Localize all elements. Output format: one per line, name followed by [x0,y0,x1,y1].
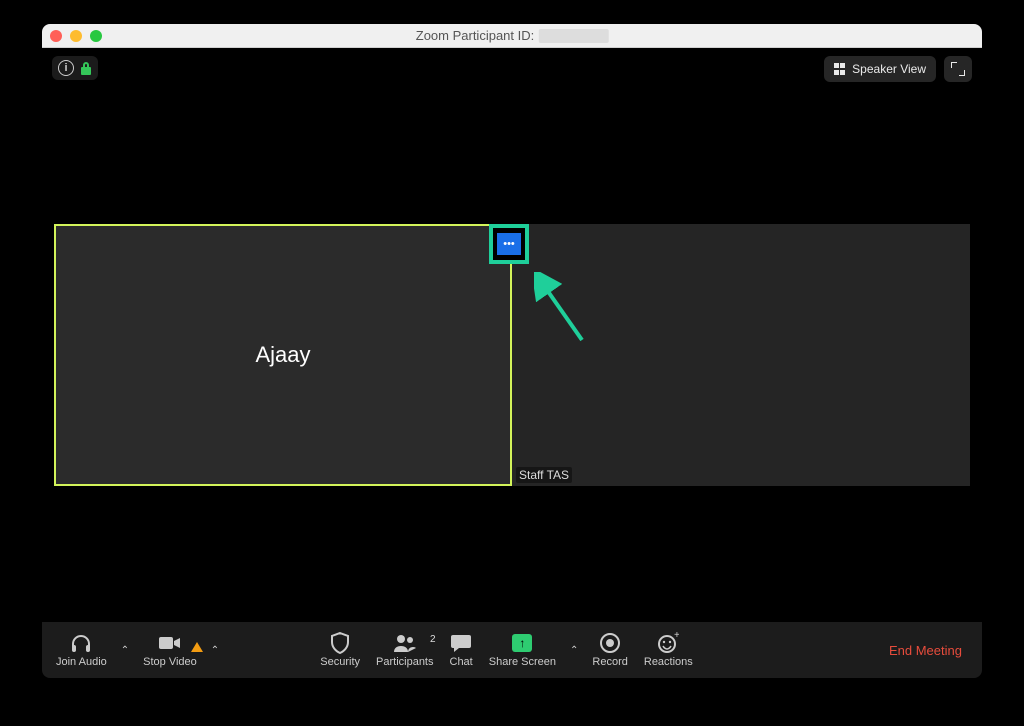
reactions-button[interactable]: + Reactions [636,632,701,668]
annotation-arrow-icon [534,272,594,352]
window-controls [50,30,102,42]
toolbar-left-group: Join Audio ⌃ Stop Video ⌃ [48,632,225,668]
meeting-area: i Speaker View Ajaay Staff TAS [42,48,982,622]
window-title: Zoom Participant ID: [416,28,609,43]
reactions-icon: + [657,632,679,654]
share-options-caret-icon[interactable]: ⌃ [564,645,584,656]
security-button[interactable]: Security [312,632,368,668]
more-dots-icon: ••• [503,238,515,250]
record-button[interactable]: Record [584,632,635,668]
record-label: Record [592,656,627,668]
end-meeting-label: End Meeting [889,643,962,658]
record-icon [600,632,620,654]
fullscreen-icon [951,62,965,76]
share-screen-button[interactable]: ↑ Share Screen [481,632,564,668]
join-audio-label: Join Audio [56,656,107,668]
annotation-highlight-box: ••• [489,224,529,264]
participant-name-label: Staff TAS [516,467,572,483]
titlebar: Zoom Participant ID: [42,24,982,48]
speaker-view-button[interactable]: Speaker View [824,56,936,82]
title-prefix: Zoom Participant ID: [416,28,535,43]
meeting-info-overlay: i [52,56,98,80]
camera-icon [158,632,182,654]
end-meeting-button[interactable]: End Meeting [875,643,976,658]
video-tile-active[interactable]: Ajaay [54,224,512,486]
participants-label: Participants [376,656,433,668]
close-window-button[interactable] [50,30,62,42]
maximize-window-button[interactable] [90,30,102,42]
gallery-icon [834,63,846,75]
join-audio-button[interactable]: Join Audio [48,632,115,668]
stop-video-button[interactable]: Stop Video [135,632,205,668]
speaker-view-label: Speaker View [852,62,926,76]
fullscreen-button[interactable] [944,56,972,82]
svg-text:+: + [674,632,679,641]
encryption-lock-icon[interactable] [80,61,92,75]
participants-icon [393,632,417,654]
toolbar-center-group: Security Participants 2 Chat ↑ Share [312,632,701,668]
video-tile[interactable]: Staff TAS [512,224,970,486]
chat-label: Chat [450,656,473,668]
info-icon[interactable]: i [58,60,74,76]
shield-icon [330,632,350,654]
toolbar-right-group: End Meeting [875,643,976,658]
tile-more-options-button[interactable]: ••• [497,233,521,255]
security-label: Security [320,656,360,668]
headphones-icon [70,632,92,654]
view-controls: Speaker View [824,56,972,82]
chat-button[interactable]: Chat [442,632,481,668]
warning-icon [191,642,203,652]
share-screen-label: Share Screen [489,656,556,668]
meeting-toolbar: Join Audio ⌃ Stop Video ⌃ Security [42,622,982,678]
participant-id-masked [538,29,608,43]
audio-options-caret-icon[interactable]: ⌃ [115,645,135,656]
participant-name-center: Ajaay [255,342,310,368]
chat-icon [450,632,472,654]
share-screen-icon: ↑ [512,632,532,654]
reactions-label: Reactions [644,656,693,668]
video-options-caret-icon[interactable]: ⌃ [205,645,225,656]
zoom-window: Zoom Participant ID: i Speaker View Ajaa… [42,24,982,678]
minimize-window-button[interactable] [70,30,82,42]
participants-button[interactable]: Participants 2 [368,632,441,668]
stop-video-label: Stop Video [143,656,197,668]
participants-count-badge: 2 [430,634,436,645]
